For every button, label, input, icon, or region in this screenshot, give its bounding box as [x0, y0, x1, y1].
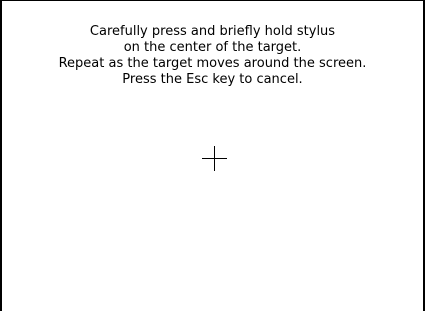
- instruction-line-4: Press the Esc key to cancel.: [122, 72, 303, 87]
- calibration-instructions: Carefully press and briefly hold stylus …: [2, 24, 423, 88]
- instruction-line-3: Repeat as the target moves around the sc…: [58, 56, 367, 71]
- crosshair-graphic: [202, 146, 227, 171]
- crosshair-icon[interactable]: [202, 146, 227, 171]
- instruction-line-1: Carefully press and briefly hold stylus: [89, 24, 336, 39]
- calibration-screen[interactable]: Carefully press and briefly hold stylus …: [0, 0, 425, 311]
- instruction-line-2: on the center of the target.: [123, 40, 302, 55]
